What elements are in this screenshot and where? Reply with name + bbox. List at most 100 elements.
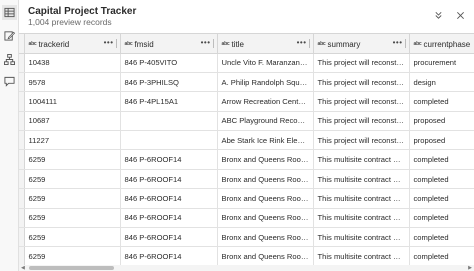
column-resize-handle[interactable] <box>404 39 406 48</box>
column-resize-handle[interactable] <box>212 39 214 48</box>
column-menu-icon[interactable]: ••• <box>201 38 211 47</box>
title-cell[interactable]: Bronx and Queens Roofin... <box>217 208 314 229</box>
title-cell[interactable]: Bronx and Queens Roofin... <box>217 188 314 209</box>
hierarchy-icon[interactable] <box>2 52 17 67</box>
title-cell[interactable]: Arrow Recreation Center P... <box>217 91 314 112</box>
fmsid-cell[interactable]: 846 P-6ROOF14 <box>120 246 218 265</box>
currentphase-cell[interactable]: completed <box>409 227 474 248</box>
currentphase-cell[interactable]: completed <box>409 91 474 112</box>
comment-icon[interactable] <box>2 74 17 89</box>
fmsid-cell[interactable]: 846 P-6ROOF14 <box>120 188 218 209</box>
summary-cell[interactable]: This multisite contract will ... <box>313 169 410 190</box>
fmsid-cell[interactable] <box>120 130 218 151</box>
summary-cell[interactable]: This multisite contract will ... <box>313 188 410 209</box>
column-menu-icon[interactable]: ••• <box>393 38 403 47</box>
title-cell[interactable]: Abe Stark Ice Rink Electric... <box>217 130 314 151</box>
table-row[interactable]: 6259 846 P-6ROOF14 Bronx and Queens Roofin… <box>19 149 474 170</box>
table-row[interactable]: 6259 846 P-6ROOF14 Bronx and Queens Roofin… <box>19 188 474 209</box>
currentphase-cell[interactable]: completed <box>409 208 474 229</box>
summary-cell[interactable]: This project will reconstruc... <box>313 72 410 93</box>
table-row[interactable]: 9578 846 P-3PHILSQ A. Philip Randolph Squa… <box>19 72 474 93</box>
text-type-icon: abc <box>221 41 230 48</box>
column-label: currentphase <box>423 40 471 50</box>
summary-cell[interactable]: This project will reconstruc... <box>313 130 410 151</box>
fmsid-cell[interactable]: 846 P-405VITO <box>120 53 218 73</box>
trackerid-cell[interactable]: 6259 <box>24 149 121 170</box>
chevron-double-down-icon[interactable] <box>431 8 445 22</box>
text-type-icon: abc <box>28 41 37 48</box>
table-row[interactable]: 10687 ABC Playground Reconstru... This pro… <box>19 111 474 132</box>
trackerid-cell[interactable]: 6259 <box>24 246 121 265</box>
summary-cell[interactable]: This multisite contract will ... <box>313 227 410 248</box>
summary-cell[interactable]: This multisite contract will ... <box>313 246 410 265</box>
fmsid-cell[interactable]: 846 P-6ROOF14 <box>120 169 218 190</box>
summary-cell[interactable]: This project will reconstruc... <box>313 53 410 73</box>
summary-cell[interactable]: This project will reconstruc... <box>313 91 410 112</box>
currentphase-cell[interactable]: completed <box>409 188 474 209</box>
scrollbar-thumb[interactable] <box>29 266 114 270</box>
fmsid-cell[interactable]: 846 P-6ROOF14 <box>120 208 218 229</box>
currentphase-cell[interactable]: procurement <box>409 53 474 73</box>
close-icon[interactable] <box>453 8 467 22</box>
title-cell[interactable]: Uncle Vito F. Maranzano G... <box>217 53 314 73</box>
trackerid-cell[interactable]: 6259 <box>24 188 121 209</box>
fmsid-cell[interactable]: 846 P-3PHILSQ <box>120 72 218 93</box>
column-header-currentphase[interactable]: abc currentphase <box>409 34 474 54</box>
currentphase-cell[interactable]: completed <box>409 149 474 170</box>
trackerid-cell[interactable]: 6259 <box>24 227 121 248</box>
trackerid-cell[interactable]: 11227 <box>24 130 121 151</box>
title-cell[interactable]: Bronx and Queens Roofin... <box>217 227 314 248</box>
table-row[interactable]: 6259 846 P-6ROOF14 Bronx and Queens Roofin… <box>19 208 474 229</box>
column-label: summary <box>327 40 361 50</box>
summary-cell[interactable]: This project will reconstruc... <box>313 111 410 132</box>
column-header-trackerid[interactable]: abc trackerid ••• <box>24 34 121 54</box>
column-resize-handle[interactable] <box>115 39 117 48</box>
currentphase-cell[interactable]: completed <box>409 246 474 265</box>
title-cell[interactable]: Bronx and Queens Roofin... <box>217 149 314 170</box>
title-cell[interactable]: ABC Playground Reconstru... <box>217 111 314 132</box>
table-row[interactable]: 6259 846 P-6ROOF14 Bronx and Queens Roofin… <box>19 246 474 265</box>
table-icon[interactable] <box>2 5 17 20</box>
panel-header: Capital Project Tracker 1,004 preview re… <box>19 0 474 33</box>
currentphase-cell[interactable]: design <box>409 72 474 93</box>
trackerid-cell[interactable]: 10438 <box>24 53 121 73</box>
column-label: fmsid <box>134 40 154 50</box>
trackerid-cell[interactable]: 1004111 <box>24 91 121 112</box>
column-resize-handle[interactable] <box>308 39 310 48</box>
table-row[interactable]: 11227 Abe Stark Ice Rink Electric... This … <box>19 130 474 151</box>
table-row[interactable]: 6259 846 P-6ROOF14 Bronx and Queens Roofin… <box>19 169 474 190</box>
column-menu-icon[interactable]: ••• <box>104 38 114 47</box>
column-header-fmsid[interactable]: abc fmsid ••• <box>120 34 218 54</box>
title-cell[interactable]: Bronx and Queens Roofin... <box>217 246 314 265</box>
column-header-title[interactable]: abc title ••• <box>217 34 314 54</box>
scroll-right-icon[interactable]: ▶ <box>468 265 472 271</box>
trackerid-cell[interactable]: 10687 <box>24 111 121 132</box>
scroll-left-icon[interactable]: ◀ <box>21 265 25 271</box>
table-row[interactable]: 10438 846 P-405VITO Uncle Vito F. Maranzan… <box>19 53 474 73</box>
table-row[interactable]: 6259 846 P-6ROOF14 Bronx and Queens Roofin… <box>19 227 474 248</box>
horizontal-scrollbar[interactable]: ◀ ▶ <box>19 265 474 271</box>
left-toolbar <box>0 0 19 271</box>
summary-cell[interactable]: This multisite contract will ... <box>313 208 410 229</box>
table-row[interactable]: 1004111 846 P-4PL15A1 Arrow Recreation Cen… <box>19 91 474 112</box>
fmsid-cell[interactable]: 846 P-6ROOF14 <box>120 227 218 248</box>
column-header-summary[interactable]: abc summary ••• <box>313 34 410 54</box>
edit-icon[interactable] <box>2 28 17 43</box>
summary-cell[interactable]: This multisite contract will ... <box>313 149 410 170</box>
fmsid-cell[interactable] <box>120 111 218 132</box>
column-menu-icon[interactable]: ••• <box>297 38 307 47</box>
fmsid-cell[interactable]: 846 P-4PL15A1 <box>120 91 218 112</box>
trackerid-cell[interactable]: 6259 <box>24 169 121 190</box>
column-label: trackerid <box>38 40 70 50</box>
text-type-icon: abc <box>317 41 326 48</box>
title-cell[interactable]: A. Philip Randolph Square... <box>217 72 314 93</box>
table-header-row: abc trackerid ••• abc fmsid ••• abc title •… <box>19 34 474 54</box>
trackerid-cell[interactable]: 9578 <box>24 72 121 93</box>
trackerid-cell[interactable]: 6259 <box>24 208 121 229</box>
fmsid-cell[interactable]: 846 P-6ROOF14 <box>120 149 218 170</box>
column-label: title <box>231 40 244 50</box>
title-cell[interactable]: Bronx and Queens Roofin... <box>217 169 314 190</box>
currentphase-cell[interactable]: proposed <box>409 111 474 132</box>
currentphase-cell[interactable]: completed <box>409 169 474 190</box>
currentphase-cell[interactable]: proposed <box>409 130 474 151</box>
